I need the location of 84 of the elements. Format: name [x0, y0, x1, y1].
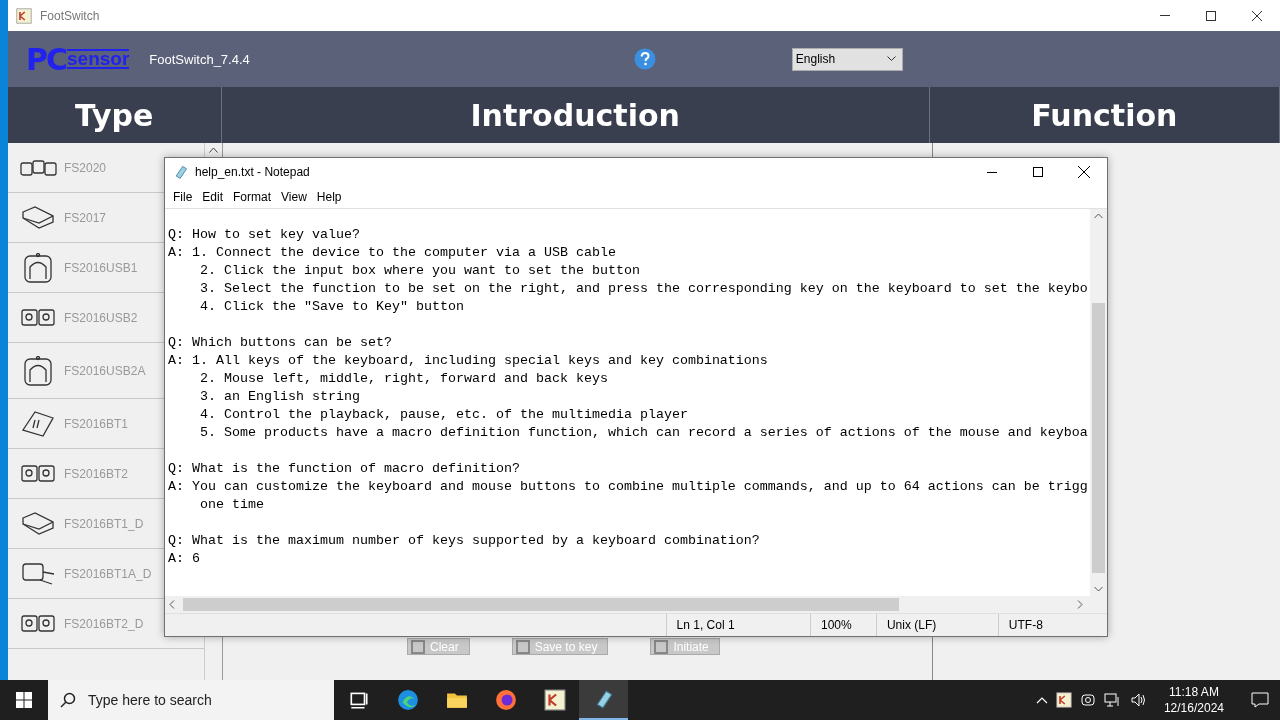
column-header: Function: [929, 87, 1280, 143]
close-icon: [1252, 10, 1262, 21]
foot-pedal-icon: [21, 562, 55, 585]
clock[interactable]: 11:18 AM 12/16/2024: [1155, 684, 1232, 716]
app-icon: [1056, 692, 1072, 708]
camera-icon[interactable]: [1079, 692, 1096, 708]
device-item[interactable]: FS2016BT1: [18, 410, 129, 437]
app-icon: [16, 7, 32, 24]
text-line: A: 1. Connect the device to the computer via a USB cable: [168, 244, 616, 262]
text-line: Q: Which buttons can be set?: [168, 334, 392, 352]
device-item[interactable]: FS2017: [18, 206, 107, 229]
foot-pedal-icon: [22, 512, 54, 535]
text-line: 2. Click the input box where you want to set the button: [199, 262, 640, 280]
window-title: FootSwitch: [40, 8, 100, 23]
foot-pedal-icon: [21, 465, 55, 482]
text-line: 3. an English string: [199, 388, 360, 406]
square-icon: [411, 639, 425, 654]
text-line: A: You can customize the keyboard and mouse buttons to combine multiple commands, and up to 64 actions can be trigg: [168, 478, 1088, 496]
device-item[interactable]: FS2016BT1A_D: [18, 562, 152, 585]
window-title: help_en.txt - Notepad: [195, 165, 310, 179]
network-icon[interactable]: [1103, 692, 1122, 708]
taskbar-app[interactable]: [579, 680, 628, 720]
status-field: Ln 1, Col 1: [665, 614, 810, 636]
text-line: A: 6: [168, 550, 200, 568]
square-icon: [654, 639, 669, 654]
foot-pedal-icon: [24, 252, 52, 283]
app-version: FootSwitch_7.4.4: [149, 51, 250, 67]
maximize-icon: [1033, 167, 1043, 177]
text-line: 3. Select the function to be set on the right, and press the corresponding key on the keyboard to set the keybo: [199, 280, 1088, 298]
speaker-icon[interactable]: [1129, 692, 1148, 708]
text-line: Q: How to set key value?: [168, 226, 360, 244]
text-line: 4. Click the "Save to Key" button: [199, 298, 464, 316]
device-item[interactable]: FS2016BT2: [18, 465, 129, 482]
windows-icon: [16, 692, 32, 708]
square-icon: [515, 639, 530, 654]
app-icon: [544, 689, 565, 711]
chevron-down-icon: [886, 56, 896, 62]
foot-pedal-icon: [22, 410, 54, 437]
text-line: 4. Control the playback, pause, etc. of the multimedia player: [199, 406, 688, 424]
device-item[interactable]: FS2020: [18, 159, 107, 176]
foot-pedal-icon: [24, 355, 52, 386]
status-field: 100%: [810, 614, 876, 636]
notepad-icon: [175, 166, 187, 179]
search-field[interactable]: Type here to search: [48, 680, 334, 720]
foot-pedal-icon: [22, 206, 54, 229]
device-item[interactable]: FS2016BT2_D: [18, 615, 144, 632]
menu-item[interactable]: File: [171, 188, 195, 206]
language-dropdown[interactable]: English: [791, 47, 903, 71]
text-line: 2. Mouse left, middle, right, forward and back keys: [199, 370, 608, 388]
text-line: 5. Some products have a macro definition function, which can record a series of actions of the mouse and keyboa: [199, 424, 1088, 442]
device-item[interactable]: FS2016USB2A: [18, 355, 146, 386]
device-item[interactable]: FS2016USB2: [18, 309, 138, 326]
column-header: Introduction: [221, 87, 930, 143]
menu-item[interactable]: Edit: [200, 188, 226, 206]
status-field: UTF-8: [997, 614, 1107, 636]
firefox-icon[interactable]: [495, 690, 516, 710]
device-item[interactable]: FS2016USB1: [18, 252, 138, 283]
chevron-up-icon[interactable]: [1035, 696, 1048, 704]
notepad-icon: [596, 690, 612, 709]
scroll-up-icon[interactable]: [209, 147, 218, 153]
edge-icon[interactable]: [397, 690, 418, 710]
menu-item[interactable]: Format: [231, 188, 274, 206]
minimize-icon: [1160, 15, 1170, 16]
foot-pedal-icon: [21, 615, 55, 632]
logo-mark: PC: [26, 41, 66, 77]
maximize-icon: [1206, 10, 1216, 21]
menu-item[interactable]: Help: [314, 188, 344, 206]
notification-icon[interactable]: [1251, 692, 1269, 708]
foot-pedal-icon: [21, 309, 55, 326]
status-field: Unix (LF): [875, 614, 998, 636]
foot-pedal-icon: [19, 159, 57, 176]
folder-icon[interactable]: [446, 693, 467, 708]
task-view-icon[interactable]: [349, 692, 368, 709]
text-line: A: 1. All keys of the keyboard, including special keys and key combinations: [168, 352, 768, 370]
minimize-icon: [987, 171, 997, 173]
text-line: Q: What is the function of macro definition?: [168, 460, 520, 478]
menu-item[interactable]: View: [279, 188, 309, 206]
help-icon[interactable]: [633, 48, 656, 70]
search-icon: [60, 692, 76, 708]
text-line: one time: [199, 496, 264, 514]
logo-text: sensor: [67, 49, 130, 69]
text-line: Q: What is the maximum number of keys supported by a keyboard combination?: [168, 532, 760, 550]
close-icon: [1078, 166, 1090, 178]
device-item[interactable]: FS2016BT1_D: [18, 512, 144, 535]
